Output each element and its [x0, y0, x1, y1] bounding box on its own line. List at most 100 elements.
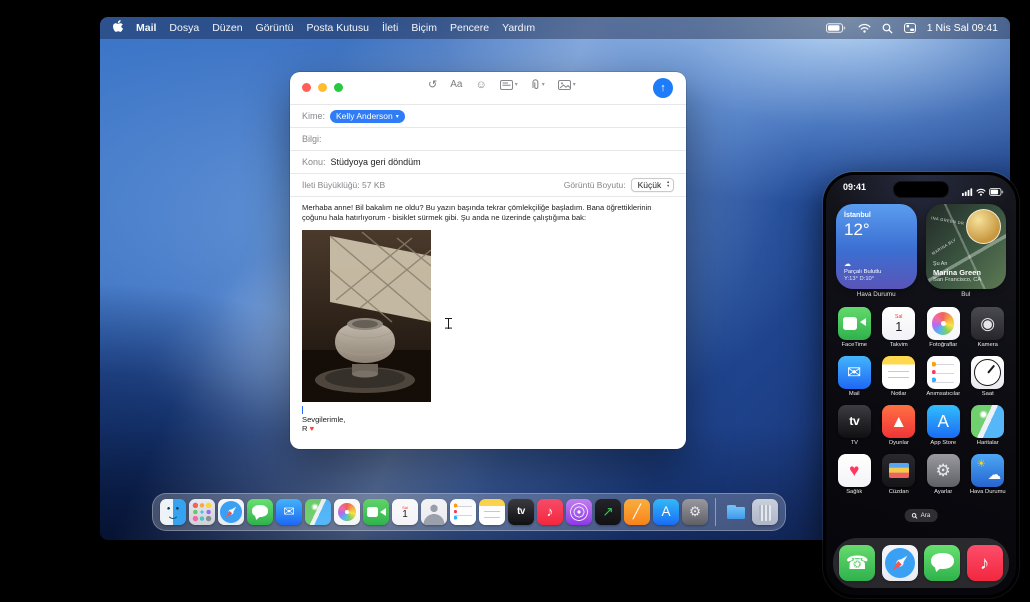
dock-item-pages[interactable]: ╱: [624, 499, 650, 525]
app-label: Oyunlar: [889, 440, 909, 446]
mesajlar-icon: [247, 499, 273, 525]
photo-browser-button[interactable]: ▾: [558, 80, 576, 90]
menubar-item-5[interactable]: İleti: [382, 22, 398, 34]
weather-widget[interactable]: İstanbul 12° ☁ Parçalı Bulutlu Y:13° D:1…: [836, 204, 917, 289]
menubar-item-0[interactable]: Mail: [136, 22, 156, 34]
search-icon: [912, 513, 918, 519]
to-field[interactable]: Kime: Kelly Anderson ▾: [290, 104, 686, 127]
pages-icon: ╱: [624, 499, 650, 525]
dock-item-launchpad[interactable]: [189, 499, 215, 525]
dock-item-borsa[interactable]: ↗: [595, 499, 621, 525]
app-facetime[interactable]: FaceTime: [838, 307, 871, 348]
app-label: Ayarlar: [934, 489, 952, 495]
menubar-item-1[interactable]: Dosya: [169, 22, 199, 34]
menubar-item-7[interactable]: Pencere: [450, 22, 489, 34]
tv-icon: tv: [838, 405, 871, 438]
control-center-icon[interactable]: [904, 23, 916, 33]
cellular-icon: [962, 183, 973, 201]
app-animsaticilar[interactable]: Anımsatıcılar: [926, 356, 960, 397]
menubar-item-3[interactable]: Görüntü: [256, 22, 294, 34]
dock-item-mail[interactable]: ✉: [276, 499, 302, 525]
dock-item-notlar[interactable]: [479, 499, 505, 525]
dock-item-kisiler[interactable]: [421, 499, 447, 525]
dock-item-takvim[interactable]: Sal1: [392, 499, 418, 525]
dock-item-finder[interactable]: [160, 499, 186, 525]
phone-dock-item-telefon[interactable]: ☎: [839, 545, 875, 581]
subject-value: Stüdyoya geri döndüm: [331, 157, 421, 167]
fotograflar-icon: [927, 307, 960, 340]
phone-dock-item-mesajlar[interactable]: [924, 545, 960, 581]
phone-dock-item-muzik[interactable]: ♪: [967, 545, 1003, 581]
emoji-button[interactable]: ☺: [475, 80, 486, 91]
dock-item-indirilenler[interactable]: [723, 499, 749, 525]
menu-items: Mail Dosya Düzen Görüntü Posta Kutusu İleti Bi…: [136, 22, 535, 34]
cc-field[interactable]: Bilgi:: [290, 127, 686, 150]
app-takvim[interactable]: Sal1Takvim: [882, 307, 915, 348]
menu-bar-clock[interactable]: 1 Nis Sal 09:41: [927, 22, 998, 34]
menubar-item-8[interactable]: Yardım: [502, 22, 535, 34]
findmy-widget[interactable]: INA GREEN DR MARINA BLV Şu An Marina Gre…: [926, 204, 1006, 289]
header-fields-button[interactable]: ▾: [500, 80, 518, 90]
recipient-chip[interactable]: Kelly Anderson ▾: [330, 110, 405, 123]
app-tv[interactable]: tvTV: [838, 405, 871, 446]
battery-icon[interactable]: [826, 23, 847, 33]
search-pill[interactable]: Ara: [905, 509, 938, 522]
image-size-select[interactable]: Küçük ▲▼: [631, 178, 674, 192]
format-button[interactable]: Aa: [450, 80, 462, 90]
app-cuzdan[interactable]: Cüzdan: [882, 454, 915, 495]
app-haritalar[interactable]: Haritalar: [971, 405, 1004, 446]
window-controls: [302, 83, 343, 92]
app-kamera[interactable]: ◉Kamera: [971, 307, 1004, 348]
send-button[interactable]: ↑: [653, 78, 673, 98]
app-label: App Store: [930, 440, 956, 446]
image-size-label: Görüntü Boyutu:: [564, 180, 626, 190]
undo-button[interactable]: ↺: [428, 80, 437, 91]
menubar-item-6[interactable]: Biçim: [411, 22, 437, 34]
message-body[interactable]: Merhaba anne! Bil bakalım ne oldu? Bu ya…: [290, 196, 686, 434]
menubar-item-2[interactable]: Düzen: [212, 22, 242, 34]
saat-icon: [971, 356, 1004, 389]
dock-item-podcastler[interactable]: [566, 499, 592, 525]
subject-field[interactable]: Konu: Stüdyoya geri döndüm: [290, 150, 686, 173]
dock-item-animsaticilar[interactable]: [450, 499, 476, 525]
spotlight-icon[interactable]: [882, 23, 893, 34]
minimize-button[interactable]: [318, 83, 327, 92]
app-oyunlar[interactable]: ▲Oyunlar: [882, 405, 915, 446]
cop-icon: [752, 499, 778, 525]
saglik-icon: ♥: [838, 454, 871, 487]
facetime-icon: [838, 307, 871, 340]
dock-item-safari[interactable]: [218, 499, 244, 525]
chevron-down-icon: ▾: [515, 82, 518, 88]
apple-menu-icon[interactable]: [112, 20, 123, 36]
dock-item-tv[interactable]: tv: [508, 499, 534, 525]
app-saat[interactable]: Saat: [971, 356, 1004, 397]
app-havadurumu[interactable]: ☀☁Hava Durumu: [970, 454, 1006, 495]
dynamic-island: [893, 181, 949, 198]
menubar-item-4[interactable]: Posta Kutusu: [307, 22, 369, 34]
app-fotograflar[interactable]: Fotoğraflar: [927, 307, 960, 348]
dock-item-facetime[interactable]: [363, 499, 389, 525]
phone-dock-item-safari[interactable]: [882, 545, 918, 581]
app-appstore[interactable]: AApp Store: [927, 405, 960, 446]
attach-button[interactable]: ▾: [531, 79, 545, 91]
app-notlar[interactable]: Notlar: [882, 356, 915, 397]
iphone-screen: 09:41 İstanbul 12° ☁ Parçalı Bulutlu Y:1…: [826, 175, 1016, 595]
signature-text: R: [302, 424, 307, 433]
dock-item-ayarlar[interactable]: ⚙: [682, 499, 708, 525]
zoom-button[interactable]: [334, 83, 343, 92]
app-mail[interactable]: ✉Mail: [838, 356, 871, 397]
dock-item-cop[interactable]: [752, 499, 778, 525]
dock-item-haritalar[interactable]: [305, 499, 331, 525]
app-label: Cüzdan: [889, 489, 909, 495]
dock-item-appstore[interactable]: A: [653, 499, 679, 525]
close-button[interactable]: [302, 83, 311, 92]
pottery-photo[interactable]: [302, 230, 431, 402]
tv-icon: tv: [508, 499, 534, 525]
widget-captions: Hava Durumu Bul: [836, 291, 1006, 298]
app-ayarlar[interactable]: ⚙Ayarlar: [927, 454, 960, 495]
app-saglik[interactable]: ♥Sağlık: [838, 454, 871, 495]
dock-item-fotograflar[interactable]: [334, 499, 360, 525]
wifi-icon[interactable]: [858, 23, 871, 33]
dock-item-muzik[interactable]: ♪: [537, 499, 563, 525]
dock-item-mesajlar[interactable]: [247, 499, 273, 525]
